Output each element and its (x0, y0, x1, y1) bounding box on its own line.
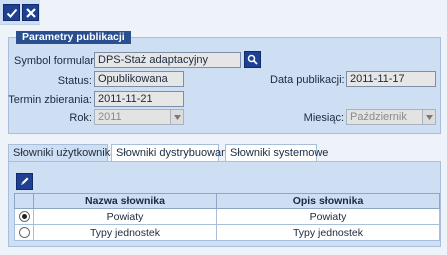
apply-button[interactable] (3, 4, 20, 21)
collection-term-label: Termin zbierania: (8, 94, 92, 106)
dictionary-name-cell: Typy jednostek (33, 224, 217, 241)
symbol-label: Symbol formularza: (14, 55, 109, 67)
dictionary-desc-cell: Powiaty (216, 208, 440, 225)
toolbar (0, 0, 40, 25)
close-x-icon (25, 7, 36, 18)
tab-system-dictionaries[interactable]: Słowniki systemowe (225, 144, 328, 161)
table-row[interactable]: Typy jednostek Typy jednostek (14, 224, 440, 241)
lookup-button[interactable] (244, 51, 261, 68)
status-field[interactable]: Opublikowana (94, 71, 184, 87)
dictionary-desc-cell: Typy jednostek (216, 224, 440, 241)
edit-button[interactable] (16, 173, 33, 190)
chevron-down-icon (422, 110, 435, 124)
symbol-field[interactable]: DPS-Staż adaptacyjny (94, 52, 241, 68)
dictionary-name-cell: Powiaty (33, 208, 217, 225)
collection-term-field[interactable]: 2011-11-21 (94, 91, 184, 107)
row-radio[interactable] (18, 227, 30, 239)
group-title: Parametry publikacji (16, 31, 131, 44)
row-select-cell[interactable] (14, 224, 34, 241)
publication-date-field[interactable]: 2011-11-17 (346, 71, 436, 87)
row-radio-selected[interactable] (18, 211, 30, 223)
column-header-select (14, 193, 34, 209)
year-label: Rok: (69, 112, 92, 124)
year-select[interactable]: 2011 (94, 109, 184, 125)
row-select-cell[interactable] (14, 208, 34, 225)
column-header-name[interactable]: Nazwa słownika (33, 193, 217, 209)
table-row[interactable]: Powiaty Powiaty (14, 208, 440, 225)
tab-user-dictionaries[interactable]: Słowniki użytkownika (8, 144, 116, 162)
tab-distributed-dictionaries[interactable]: Słowniki dystrybuowane (111, 144, 233, 161)
publication-date-label: Data publikacji: (270, 74, 345, 86)
month-select[interactable]: Październik (346, 109, 436, 125)
pencil-icon (21, 177, 29, 185)
year-value: 2011 (98, 111, 122, 123)
column-header-description[interactable]: Opis słownika (216, 193, 440, 209)
status-label: Status: (57, 75, 92, 87)
table-header-row: Nazwa słownika Opis słownika (14, 193, 440, 209)
search-icon (247, 54, 258, 65)
chevron-down-icon (170, 110, 183, 124)
checkmark-icon (6, 8, 17, 18)
month-value: Październik (350, 111, 407, 123)
month-label: Miesiąc: (303, 112, 344, 124)
dictionary-table: Nazwa słownika Opis słownika Powiaty Pow… (14, 193, 440, 241)
cancel-button[interactable] (22, 4, 39, 21)
